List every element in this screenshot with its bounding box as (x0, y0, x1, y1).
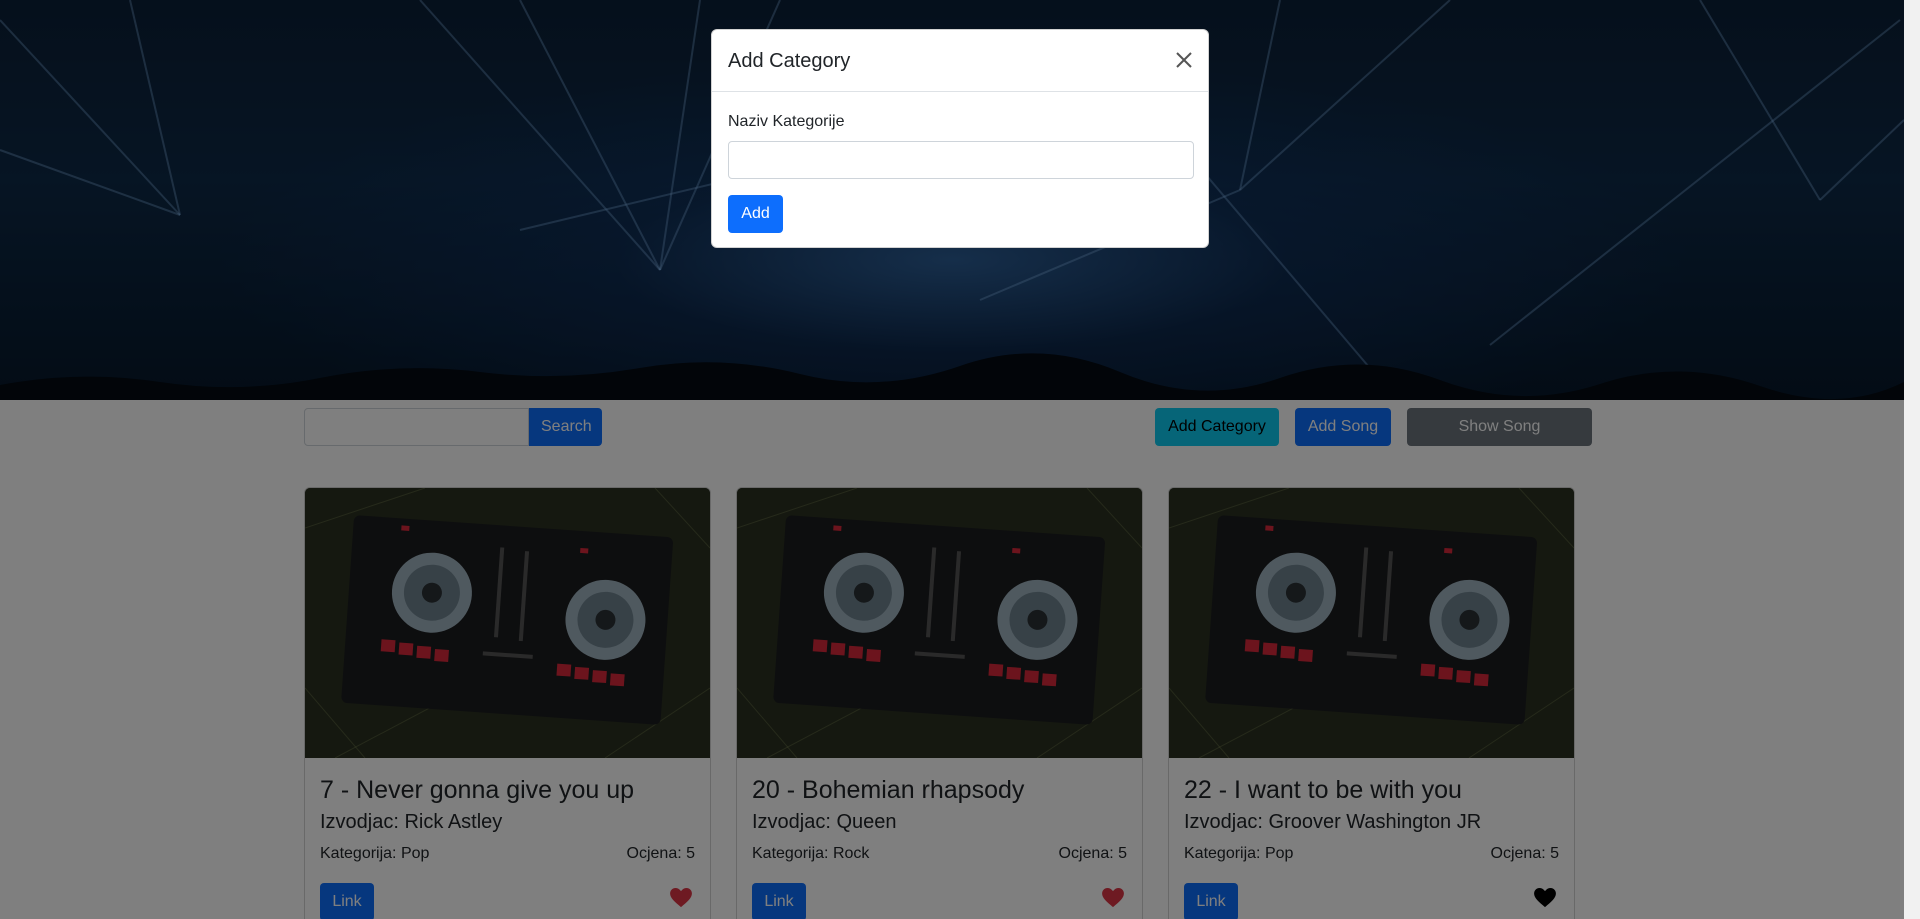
scrollbar[interactable] (1904, 0, 1920, 919)
close-icon[interactable] (1174, 50, 1194, 70)
add-button[interactable]: Add (728, 195, 783, 233)
modal-header: Add Category (712, 30, 1208, 92)
category-name-input[interactable] (728, 141, 1194, 179)
add-category-modal: Add Category Naziv Kategorije Add (711, 29, 1209, 248)
category-name-label: Naziv Kategorije (728, 113, 845, 130)
modal-title: Add Category (728, 50, 851, 72)
